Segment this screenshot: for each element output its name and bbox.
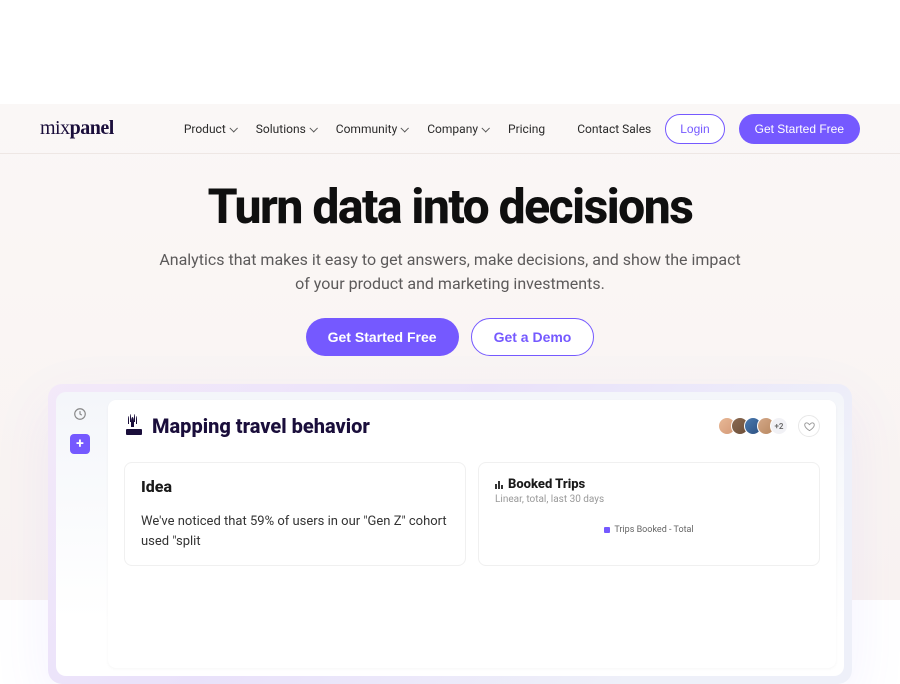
legend-swatch xyxy=(604,527,610,533)
logo[interactable]: mixpanel xyxy=(40,117,114,140)
app-sidebar: + xyxy=(64,400,96,668)
card-body: We've noticed that 59% of users in our "… xyxy=(141,512,449,551)
add-button[interactable]: + xyxy=(70,434,90,454)
chart-legend: Trips Booked - Total xyxy=(495,525,803,535)
contact-sales-link[interactable]: Contact Sales xyxy=(577,122,651,136)
nav-menu: Product Solutions Community Company Pric… xyxy=(184,122,545,136)
chevron-down-icon xyxy=(309,124,317,132)
nav-item-solutions[interactable]: Solutions xyxy=(256,122,316,136)
history-icon[interactable] xyxy=(70,404,90,424)
header-right: +2 xyxy=(718,415,820,437)
get-demo-button[interactable]: Get a Demo xyxy=(471,318,595,356)
island-icon xyxy=(124,417,144,435)
dashboard-cards: Idea We've noticed that 59% of users in … xyxy=(124,462,820,566)
get-started-nav-button[interactable]: Get Started Free xyxy=(739,114,860,144)
chevron-down-icon xyxy=(229,124,237,132)
favorite-button[interactable] xyxy=(798,415,820,437)
hero-title: Turn data into decisions xyxy=(100,182,800,232)
chevron-down-icon xyxy=(401,124,409,132)
card-title: Idea xyxy=(141,477,449,496)
nav-item-product[interactable]: Product xyxy=(184,122,236,136)
hero-subtitle: Analytics that makes it easy to get answ… xyxy=(100,248,800,296)
nav-item-company[interactable]: Company xyxy=(427,122,488,136)
booked-trips-card[interactable]: Booked Trips Linear, total, last 30 days… xyxy=(478,462,820,566)
app-main: Mapping travel behavior +2 xyxy=(108,400,836,668)
collaborator-avatars[interactable]: +2 xyxy=(718,417,788,435)
dashboard-title: Mapping travel behavior xyxy=(124,414,370,438)
card-subtitle: Linear, total, last 30 days xyxy=(495,494,803,505)
chevron-down-icon xyxy=(481,124,489,132)
hero: Turn data into decisions Analytics that … xyxy=(0,154,900,356)
login-button[interactable]: Login xyxy=(665,114,724,144)
idea-card[interactable]: Idea We've noticed that 59% of users in … xyxy=(124,462,466,566)
top-nav: mixpanel Product Solutions Community Com… xyxy=(0,104,900,154)
app-shell: + Mapping travel behavior +2 xyxy=(56,392,844,676)
dashboard-header: Mapping travel behavior +2 xyxy=(124,414,820,438)
nav-item-community[interactable]: Community xyxy=(336,122,407,136)
hero-ctas: Get Started Free Get a Demo xyxy=(100,318,800,356)
card-title: Booked Trips xyxy=(495,477,803,492)
bar-chart-icon xyxy=(495,481,503,489)
avatar-overflow: +2 xyxy=(770,417,788,435)
app-preview: + Mapping travel behavior +2 xyxy=(48,384,852,684)
nav-item-pricing[interactable]: Pricing xyxy=(508,122,545,136)
nav-right: Contact Sales Login Get Started Free xyxy=(577,114,860,144)
get-started-hero-button[interactable]: Get Started Free xyxy=(306,318,459,356)
